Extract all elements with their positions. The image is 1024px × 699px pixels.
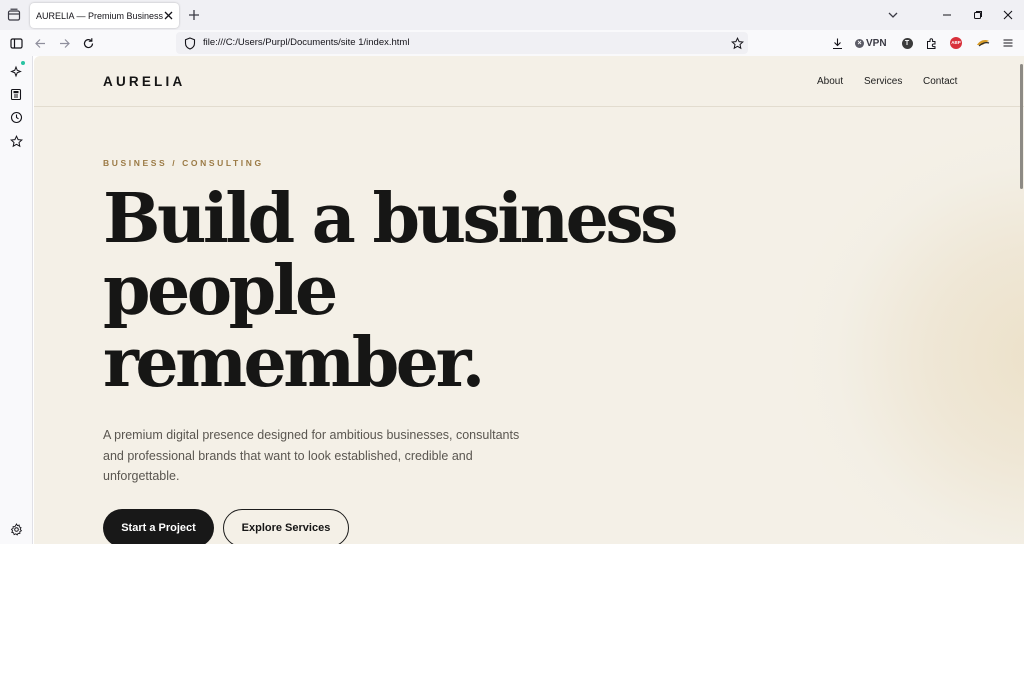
vpn-status-icon: × — [855, 38, 864, 48]
extension-bird-icon[interactable] — [975, 35, 991, 51]
extension-t-label: T — [901, 37, 913, 49]
settings-gear-icon[interactable] — [8, 521, 24, 537]
bookmark-star-icon[interactable] — [729, 35, 745, 51]
window-close-icon[interactable] — [1000, 7, 1016, 23]
hero-headline: Build a business people remember. — [103, 183, 783, 399]
minimize-icon[interactable] — [939, 7, 955, 23]
headline-line-1: Build a business — [103, 179, 678, 259]
forward-arrow-icon[interactable] — [56, 35, 72, 51]
menu-icon[interactable] — [1000, 35, 1016, 51]
hero-kicker: BUSINESS / CONSULTING — [103, 158, 264, 168]
tab-title: AURELIA — Premium Business — [36, 10, 164, 21]
browser-sidebar — [0, 56, 33, 544]
back-arrow-icon[interactable] — [32, 35, 48, 51]
page-scrollbar[interactable] — [1020, 64, 1023, 189]
address-bar[interactable]: file:///C:/Users/Purpl/Documents/site 1/… — [176, 32, 748, 54]
close-icon[interactable] — [162, 9, 174, 21]
shield-icon[interactable] — [182, 35, 198, 51]
sidebar-toggle-icon[interactable] — [8, 35, 24, 51]
restore-icon[interactable] — [970, 7, 986, 23]
adblock-icon[interactable]: ABP — [948, 35, 964, 51]
bookmarks-star-icon[interactable] — [8, 133, 24, 149]
reload-icon[interactable] — [80, 35, 96, 51]
nav-link-contact[interactable]: Contact — [923, 76, 957, 87]
start-project-button[interactable]: Start a Project — [103, 509, 214, 544]
tab-strip: AURELIA — Premium Business — [0, 0, 1024, 30]
ai-sparkle-icon[interactable] — [8, 61, 25, 79]
headline-line-3: remember. — [103, 323, 485, 403]
site-header: AURELIA About Services Contact — [34, 56, 1024, 107]
tab-list-icon[interactable] — [6, 7, 22, 23]
navigation-toolbar: file:///C:/Users/Purpl/Documents/site 1/… — [0, 30, 1024, 56]
extension-t-icon[interactable]: T — [899, 35, 915, 51]
history-clock-icon[interactable] — [8, 109, 24, 125]
site-logo[interactable]: AURELIA — [103, 74, 185, 89]
nav-link-services[interactable]: Services — [864, 76, 902, 87]
vpn-label: VPN — [866, 37, 887, 49]
download-icon[interactable] — [829, 35, 845, 51]
hero-description: A premium digital presence designed for … — [103, 428, 520, 483]
explore-services-button[interactable]: Explore Services — [223, 509, 349, 544]
adblock-label: ABP — [950, 37, 962, 49]
headline-line-2: people — [103, 251, 338, 331]
url-text[interactable]: file:///C:/Users/Purpl/Documents/site 1/… — [203, 37, 409, 48]
vpn-button[interactable]: × VPN — [855, 35, 887, 51]
synced-tabs-icon[interactable] — [8, 86, 24, 102]
status-dot — [21, 61, 25, 65]
browser-tab[interactable]: AURELIA — Premium Business — [30, 3, 179, 28]
extensions-puzzle-icon[interactable] — [923, 35, 939, 51]
new-tab-icon[interactable] — [186, 7, 202, 23]
chevron-down-icon[interactable] — [885, 7, 901, 23]
nav-link-about[interactable]: About — [817, 76, 843, 87]
web-page: AURELIA About Services Contact BUSINESS … — [34, 56, 1024, 544]
